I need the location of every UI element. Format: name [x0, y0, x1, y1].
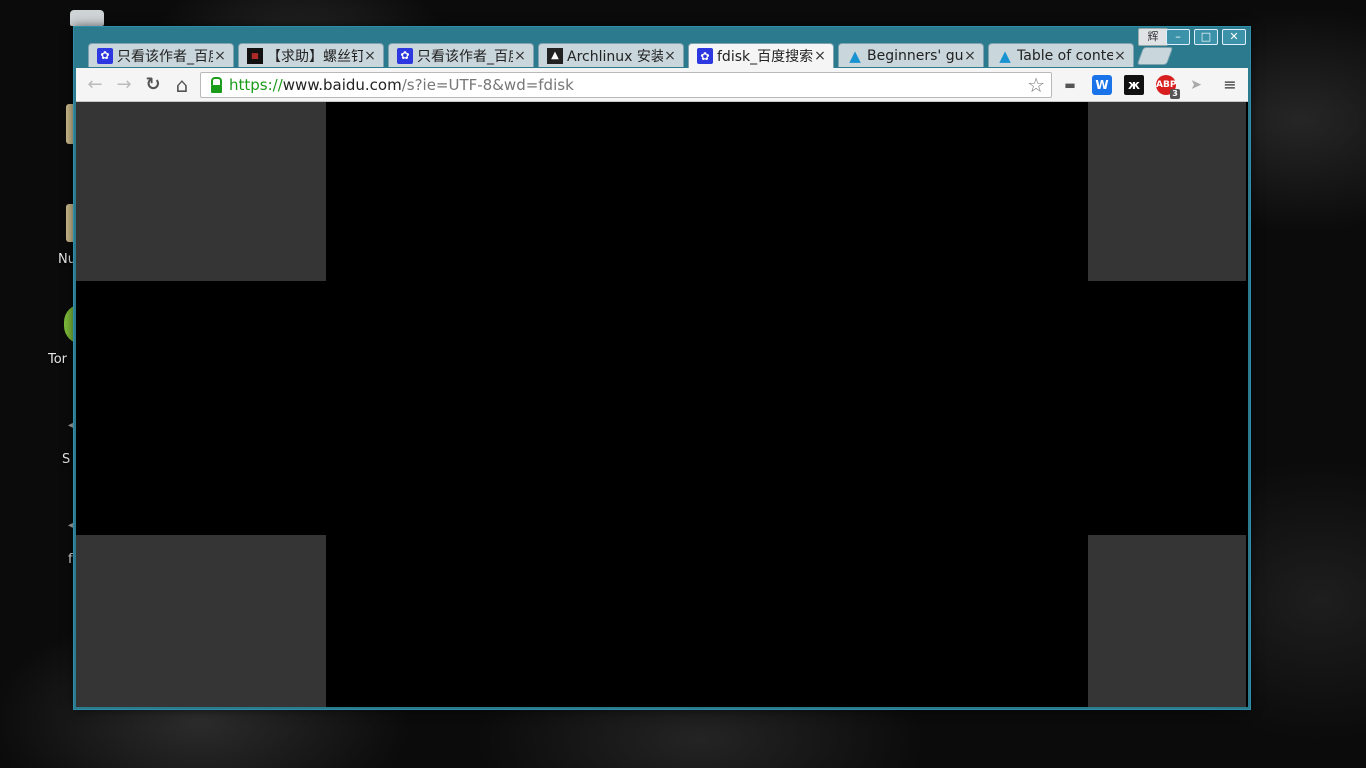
- tab-close-icon[interactable]: ×: [513, 48, 527, 64]
- tab-title: fdisk_百度搜索: [717, 49, 813, 65]
- tab[interactable]: ▲ Archlinux 安装 ×: [538, 43, 684, 67]
- baidu-paw-icon: ✿: [397, 47, 413, 64]
- content-block-bottom-left: [76, 535, 326, 707]
- tab-title: Beginners' guide: [867, 47, 963, 64]
- url-path: /s?ie=UTF-8&wd=fdisk: [401, 76, 574, 94]
- desktop-icon-label: f: [68, 552, 73, 567]
- content-block-top-right: [1088, 102, 1246, 281]
- tab-strip: ✿ 只看该作者_百度 × ▦ 【求助】螺丝钉 × ✿ 只看该作者_百度 × ▲ …: [88, 43, 1188, 68]
- tab-active[interactable]: ✿ fdisk_百度搜索 ×: [688, 43, 834, 68]
- reload-button[interactable]: ↻: [142, 74, 164, 96]
- tab-close-icon[interactable]: ×: [663, 48, 677, 64]
- w-extension-icon[interactable]: W: [1092, 75, 1112, 95]
- tab-close-icon[interactable]: ×: [813, 48, 827, 64]
- archlinux-icon: ▲: [849, 46, 861, 65]
- new-tab-button[interactable]: [1136, 47, 1174, 65]
- url-text[interactable]: https://www.baidu.com/s?ie=UTF-8&wd=fdis…: [229, 76, 574, 94]
- tab[interactable]: ▦ 【求助】螺丝钉 ×: [238, 43, 384, 67]
- tab-close-icon[interactable]: ×: [1113, 48, 1127, 64]
- tieba-icon: ▦: [247, 47, 263, 64]
- baidu-paw-icon: ✿: [97, 47, 113, 64]
- archlinux-icon: ▲: [547, 47, 563, 64]
- abp-badge: 3: [1170, 89, 1180, 99]
- adblock-plus-icon[interactable]: ABP 3: [1156, 75, 1180, 99]
- tab-close-icon[interactable]: ×: [963, 48, 977, 64]
- browser-toolbar: ← → ↻ ⌂ https://www.baidu.com/s?ie=UTF-8…: [76, 68, 1248, 102]
- tab[interactable]: ✿ 只看该作者_百度 ×: [88, 43, 234, 67]
- close-window-button[interactable]: ✕: [1222, 29, 1246, 45]
- x-extension-icon[interactable]: ж: [1124, 75, 1144, 95]
- content-block-bottom-right: [1088, 535, 1246, 707]
- camera-extension-icon[interactable]: ▬: [1060, 75, 1080, 95]
- desktop-icon-label: Tor: [48, 352, 68, 367]
- menu-icon[interactable]: ≡: [1220, 75, 1240, 95]
- tab-close-icon[interactable]: ×: [213, 48, 227, 64]
- tab-close-icon[interactable]: ×: [363, 48, 377, 64]
- url-scheme: https://: [229, 76, 283, 94]
- back-button[interactable]: ←: [84, 74, 106, 96]
- browser-window: 辉 – □ ✕ ✿ 只看该作者_百度 × ▦ 【求助】螺丝钉 × ✿ 只看该作者…: [73, 26, 1251, 710]
- tab[interactable]: ▲ Table of contents ×: [988, 43, 1134, 67]
- archlinux-icon: ▲: [999, 46, 1011, 65]
- tab-title: 只看该作者_百度: [417, 48, 513, 65]
- cursor-extension-icon[interactable]: ➤: [1186, 75, 1206, 95]
- bookmark-star-icon[interactable]: ☆: [1027, 74, 1045, 96]
- tab[interactable]: ✿ 只看该作者_百度 ×: [388, 43, 534, 67]
- home-button[interactable]: ⌂: [171, 74, 193, 96]
- url-host: www.baidu.com: [282, 76, 402, 94]
- tab-title: Table of contents: [1017, 47, 1113, 64]
- desktop-icon-label: S: [62, 452, 71, 467]
- maximize-button[interactable]: □: [1194, 29, 1218, 45]
- content-block-top-left: [76, 102, 326, 281]
- tab-title: 【求助】螺丝钉: [267, 48, 363, 65]
- page-content[interactable]: [76, 102, 1248, 707]
- forward-button[interactable]: →: [113, 74, 135, 96]
- address-bar[interactable]: https://www.baidu.com/s?ie=UTF-8&wd=fdis…: [200, 72, 1052, 98]
- tab-title: Archlinux 安装: [567, 48, 663, 65]
- lock-icon: [207, 77, 225, 93]
- tab[interactable]: ▲ Beginners' guide ×: [838, 43, 984, 67]
- trash-icon: [70, 10, 104, 26]
- baidu-paw-icon: ✿: [697, 48, 713, 64]
- tab-title: 只看该作者_百度: [117, 48, 213, 65]
